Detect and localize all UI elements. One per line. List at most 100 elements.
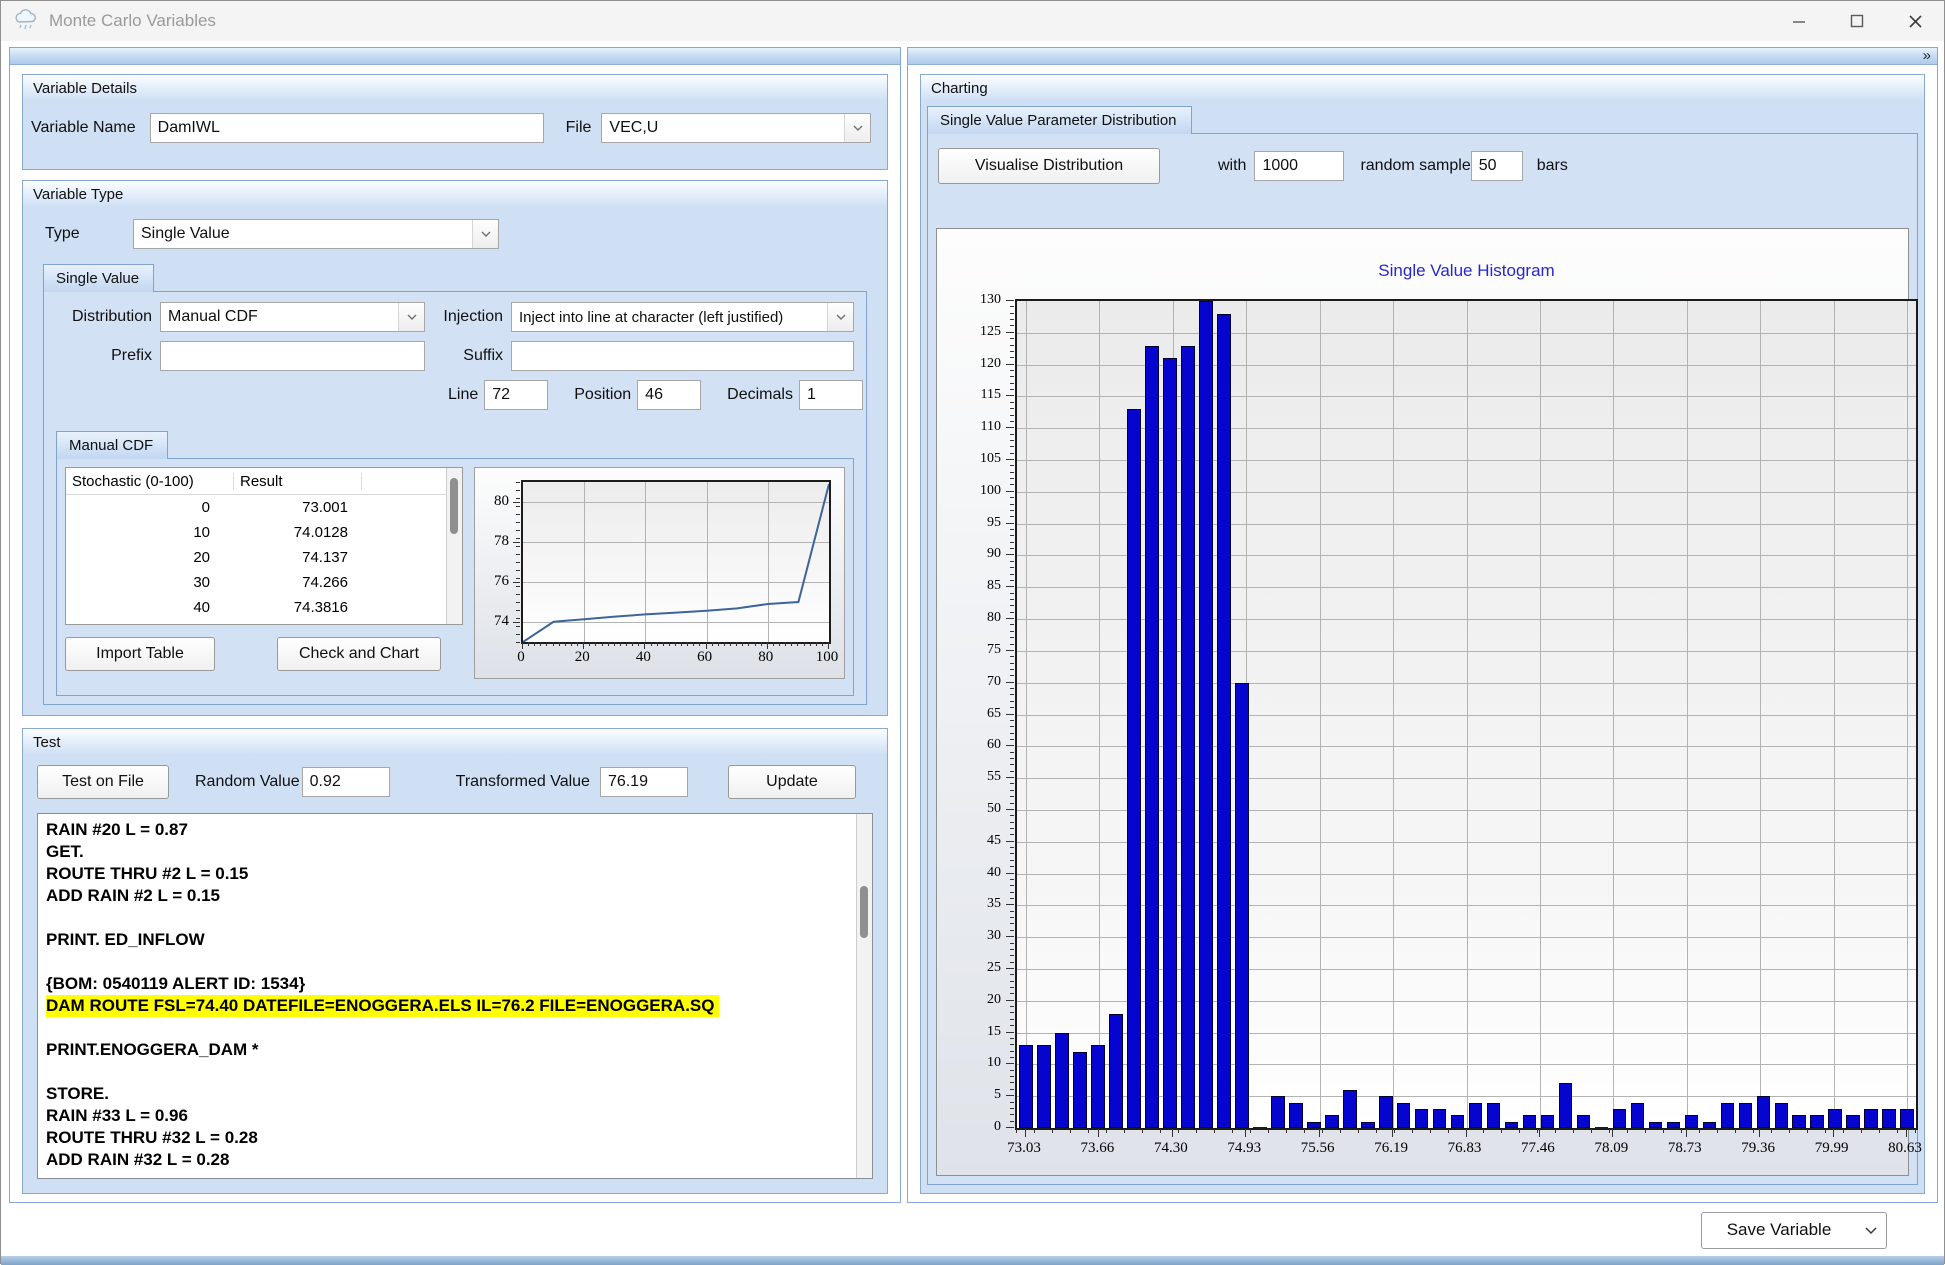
x-minor-tick bbox=[669, 642, 670, 646]
x-minor-tick bbox=[1555, 1129, 1556, 1133]
sample-size-input[interactable] bbox=[1254, 151, 1344, 181]
table-scrollbar-thumb[interactable] bbox=[450, 478, 458, 534]
table-row[interactable]: 073.001 bbox=[66, 495, 446, 520]
y-minor-tick bbox=[1010, 434, 1014, 435]
cdf-table[interactable]: Stochastic (0-100) Result 073.0011074.01… bbox=[65, 467, 463, 625]
y-tick-label: 30 bbox=[969, 928, 1001, 944]
histogram-bar-slot bbox=[1557, 301, 1575, 1128]
x-minor-tick bbox=[553, 642, 554, 646]
x-minor-tick bbox=[546, 642, 547, 646]
decimals-input[interactable] bbox=[799, 380, 863, 410]
histogram-bar-slot bbox=[1664, 301, 1682, 1128]
x-minor-tick bbox=[1879, 1129, 1880, 1133]
close-button[interactable] bbox=[1886, 1, 1944, 41]
y-minor-tick bbox=[1010, 504, 1014, 505]
maximize-button[interactable] bbox=[1828, 1, 1886, 41]
y-minor-tick bbox=[1010, 1044, 1014, 1045]
y-minor-tick bbox=[1010, 491, 1014, 492]
y-minor-tick bbox=[1010, 478, 1014, 479]
prefix-input[interactable] bbox=[160, 341, 425, 371]
table-scrollbar[interactable] bbox=[446, 468, 462, 624]
y-minor-tick bbox=[1010, 714, 1014, 715]
variable-type-title: Variable Type bbox=[23, 181, 887, 207]
save-variable-button[interactable]: Save Variable bbox=[1701, 1212, 1887, 1249]
table-row[interactable]: 4074.3816 bbox=[66, 595, 446, 620]
x-minor-tick bbox=[1609, 1129, 1610, 1133]
injection-combo[interactable]: Inject into line at character (left just… bbox=[511, 302, 854, 332]
table-row[interactable]: 1074.0128 bbox=[66, 520, 446, 545]
position-input[interactable] bbox=[637, 380, 701, 410]
file-combo[interactable]: VEC,U bbox=[601, 113, 871, 143]
x-minor-tick bbox=[1340, 1129, 1341, 1133]
app-window: Monte Carlo Variables Variable Details V… bbox=[0, 0, 1945, 1264]
transformed-value-input[interactable] bbox=[600, 767, 688, 797]
column-header-result[interactable]: Result bbox=[234, 473, 362, 490]
check-and-chart-button[interactable]: Check and Chart bbox=[277, 637, 441, 671]
tab-single-value-parameter-distribution[interactable]: Single Value Parameter Distribution bbox=[927, 106, 1192, 134]
tab-manual-cdf[interactable]: Manual CDF bbox=[56, 431, 168, 459]
histogram-bar-slot bbox=[1107, 301, 1125, 1128]
type-combo[interactable]: Single Value bbox=[133, 219, 499, 249]
histogram-bar bbox=[1073, 1052, 1087, 1128]
test-log-area[interactable]: RAIN #20 L = 0.87GET.ROUTE THRU #2 L = 0… bbox=[37, 813, 873, 1179]
y-tick-label: 110 bbox=[969, 419, 1001, 435]
histogram-bar bbox=[1433, 1109, 1447, 1128]
table-row[interactable]: 2074.137 bbox=[66, 545, 446, 570]
y-tick-label: 95 bbox=[969, 515, 1001, 531]
histogram-bar bbox=[1415, 1109, 1429, 1128]
y-minor-tick bbox=[1010, 739, 1014, 740]
histogram-bar-slot bbox=[1593, 301, 1611, 1128]
histogram-chart: Single Value Histogram 05101520253035404… bbox=[936, 228, 1909, 1176]
left-panel-header-strip bbox=[10, 48, 900, 65]
y-minor-tick bbox=[1010, 605, 1014, 606]
column-header-stochastic[interactable]: Stochastic (0-100) bbox=[66, 473, 234, 490]
import-table-button[interactable]: Import Table bbox=[65, 637, 215, 671]
panel-expand-icon[interactable]: » bbox=[1923, 49, 1937, 63]
y-tick bbox=[513, 582, 520, 583]
bars-count-input[interactable] bbox=[1471, 151, 1523, 181]
x-minor-tick bbox=[693, 642, 694, 646]
suffix-input[interactable] bbox=[511, 341, 854, 371]
x-minor-tick bbox=[1124, 1129, 1125, 1133]
tab-single-value[interactable]: Single Value bbox=[43, 264, 154, 292]
histogram-bar bbox=[1703, 1122, 1717, 1128]
x-tick-label: 80 bbox=[750, 649, 782, 666]
x-tick bbox=[1686, 1129, 1687, 1137]
variable-name-input[interactable] bbox=[150, 113, 544, 143]
table-row[interactable]: 3074.266 bbox=[66, 570, 446, 595]
y-minor-tick bbox=[1010, 510, 1014, 511]
x-minor-tick bbox=[657, 642, 658, 646]
random-value-input[interactable] bbox=[302, 767, 390, 797]
y-minor-tick bbox=[1010, 790, 1014, 791]
x-tick bbox=[1245, 1129, 1246, 1137]
histogram-bar-slot bbox=[1790, 301, 1808, 1128]
x-minor-tick bbox=[1160, 1129, 1161, 1133]
x-minor-tick bbox=[1286, 1129, 1287, 1133]
x-tick bbox=[1025, 1129, 1026, 1137]
histogram-bar bbox=[1307, 1122, 1321, 1128]
distribution-combo[interactable]: Manual CDF bbox=[160, 302, 425, 332]
minimize-button[interactable] bbox=[1770, 1, 1828, 41]
y-minor-tick bbox=[1010, 402, 1014, 403]
log-scrollbar[interactable] bbox=[856, 814, 872, 1178]
log-line: ADD RAIN #32 L = 0.28 bbox=[46, 1150, 229, 1169]
log-scrollbar-thumb[interactable] bbox=[860, 886, 868, 938]
single-value-tab-page: Distribution Manual CDF Injection Inject… bbox=[43, 291, 867, 705]
visualise-distribution-button[interactable]: Visualise Distribution bbox=[938, 148, 1160, 184]
line-input[interactable] bbox=[484, 380, 548, 410]
x-minor-tick bbox=[1861, 1129, 1862, 1133]
log-line: ADD RAIN #2 L = 0.15 bbox=[46, 886, 220, 905]
y-minor-tick bbox=[1010, 395, 1014, 396]
decimals-label: Decimals bbox=[727, 386, 793, 404]
x-minor-tick bbox=[816, 642, 817, 646]
y-tick bbox=[513, 542, 520, 543]
test-on-file-button[interactable]: Test on File bbox=[37, 765, 169, 799]
prefix-label: Prefix bbox=[56, 347, 152, 365]
update-button[interactable]: Update bbox=[728, 765, 856, 799]
right-panel: » Charting Single Value Parameter Distri… bbox=[907, 47, 1938, 1203]
y-minor-tick bbox=[516, 554, 520, 555]
histogram-bar bbox=[1397, 1103, 1411, 1128]
histogram-bar bbox=[1145, 346, 1159, 1128]
x-minor-tick bbox=[565, 642, 566, 646]
y-minor-tick bbox=[1010, 389, 1014, 390]
